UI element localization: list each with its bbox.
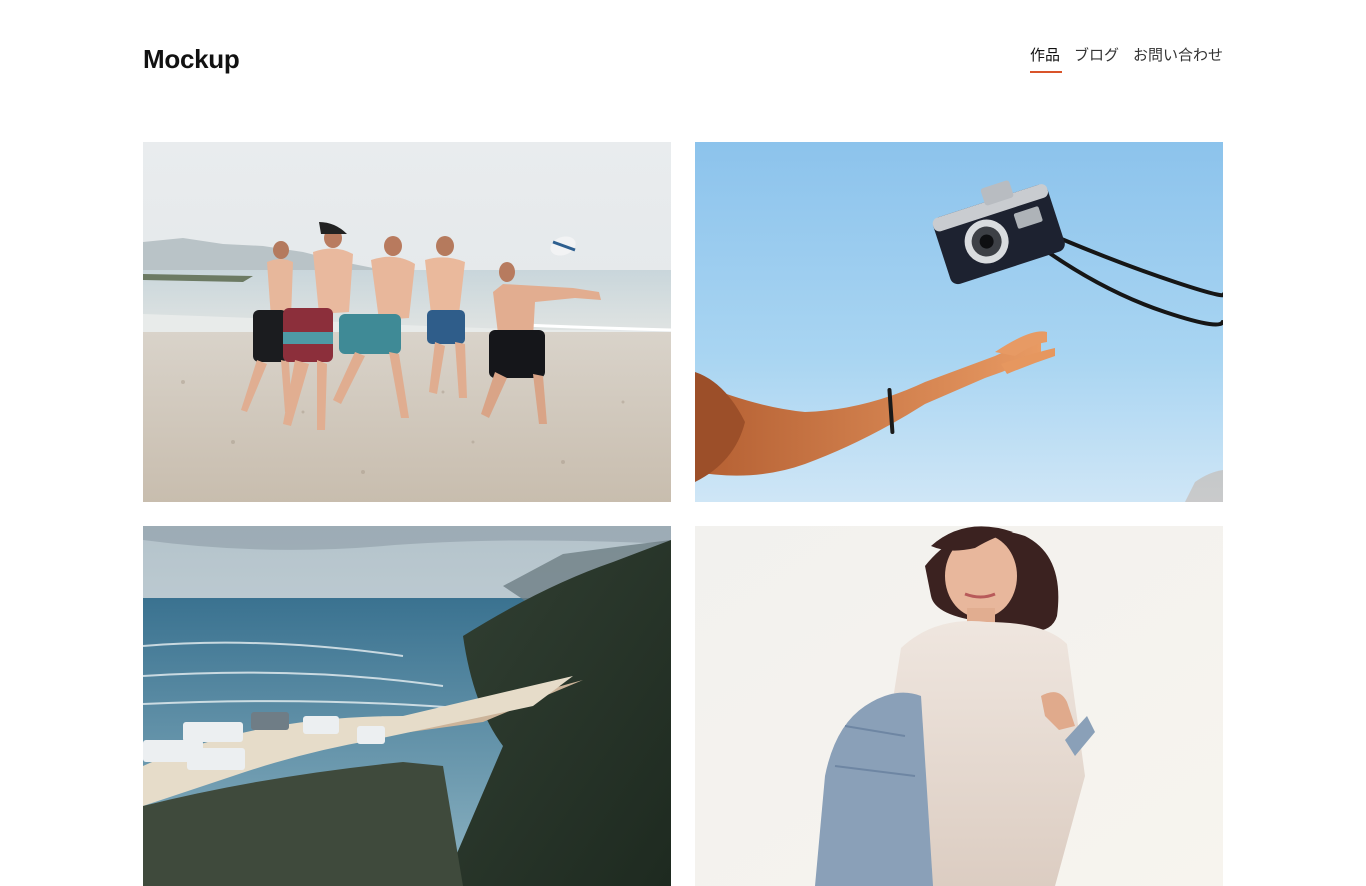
site-logo[interactable]: Mockup bbox=[143, 44, 240, 75]
thrown-camera-photo bbox=[695, 142, 1223, 502]
gallery-item-thrown-camera[interactable] bbox=[695, 142, 1223, 502]
nav-item-contact[interactable]: お問い合わせ bbox=[1133, 44, 1223, 71]
nav-item-works[interactable]: 作品 bbox=[1029, 44, 1062, 73]
gallery-item-coastal-cliffs[interactable] bbox=[143, 526, 671, 886]
portfolio-gallery bbox=[143, 142, 1223, 886]
site-header: Mockup 作品 ブログ お問い合わせ bbox=[143, 0, 1223, 110]
gallery-item-woman-portrait[interactable] bbox=[695, 526, 1223, 886]
nav-item-blog[interactable]: ブログ bbox=[1074, 44, 1119, 71]
main-nav: 作品 ブログ お問い合わせ bbox=[1029, 44, 1223, 73]
beach-rugby-photo bbox=[143, 142, 671, 502]
coastal-cliffs-photo bbox=[143, 526, 671, 886]
gallery-item-beach-rugby[interactable] bbox=[143, 142, 671, 502]
woman-portrait-photo bbox=[695, 526, 1223, 886]
